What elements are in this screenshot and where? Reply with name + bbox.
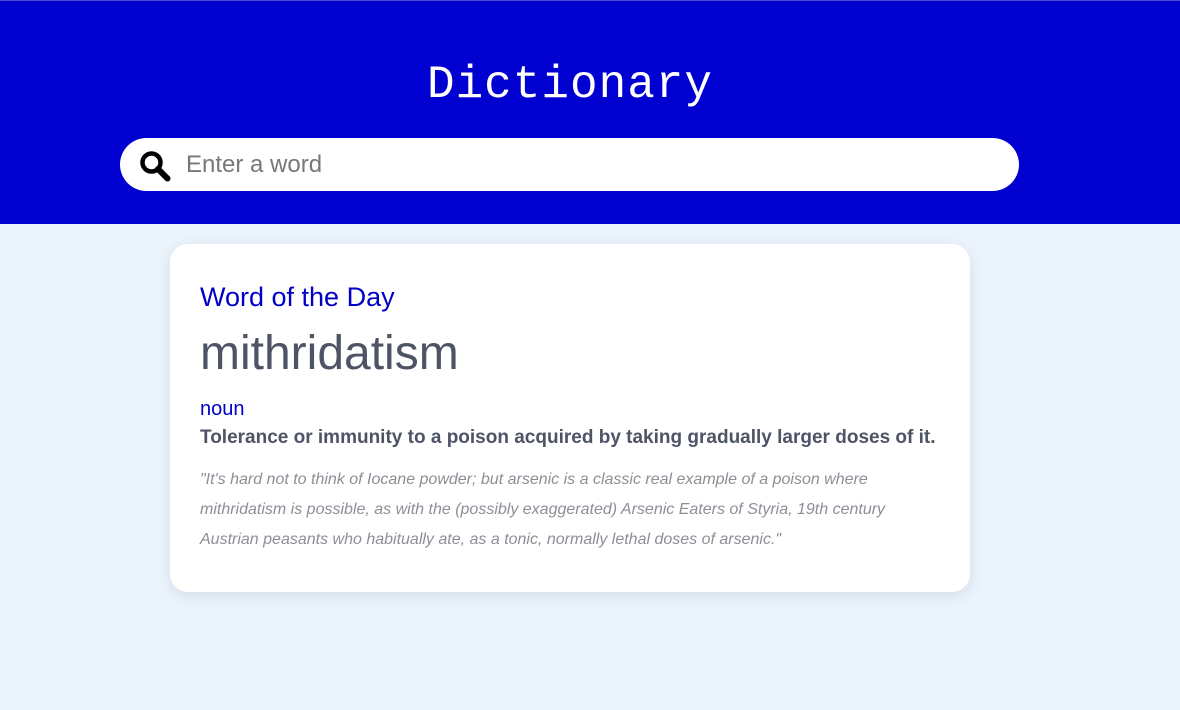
example-sentence: "It's hard not to think of Iocane powder… bbox=[200, 471, 886, 548]
search-bar[interactable] bbox=[120, 138, 1019, 191]
word-title: mithridatism bbox=[200, 327, 459, 380]
search-icon[interactable] bbox=[139, 150, 171, 182]
app-title: Dictionary bbox=[426, 59, 714, 111]
card-heading: Word of the Day bbox=[200, 282, 395, 312]
part-of-speech: noun bbox=[200, 398, 245, 420]
word-of-the-day-card: Word of the Day mithridatism noun Tolera… bbox=[170, 244, 970, 592]
search-input[interactable] bbox=[186, 138, 986, 191]
definition-text: Tolerance or immunity to a poison acquir… bbox=[200, 427, 936, 448]
app-header: Dictionary bbox=[0, 0, 1180, 224]
